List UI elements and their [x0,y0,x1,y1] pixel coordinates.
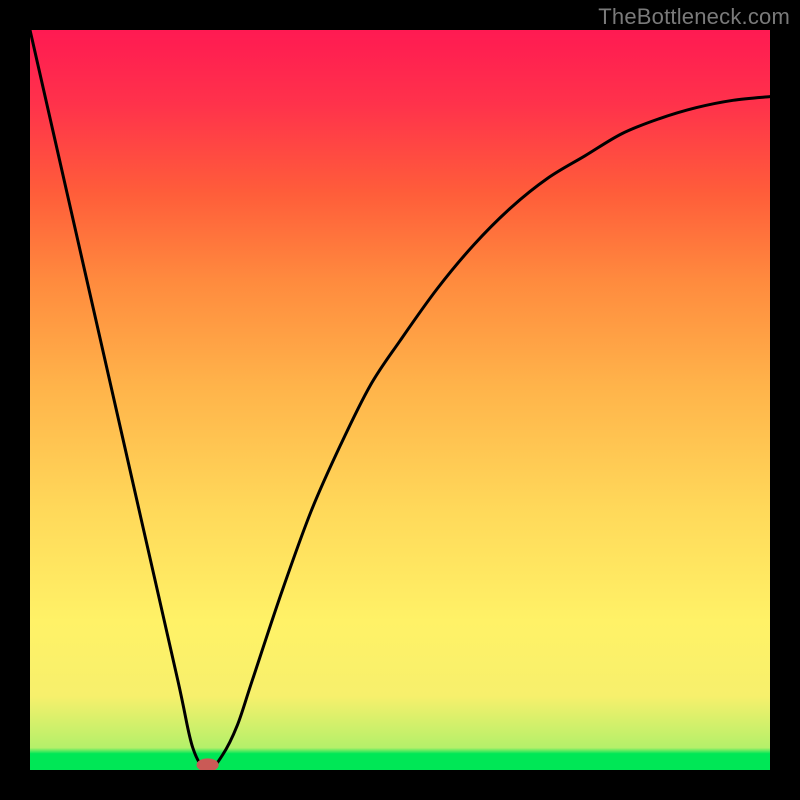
attribution-text: TheBottleneck.com [598,4,790,30]
chart-svg [30,30,770,770]
bottleneck-curve [30,30,770,770]
chart-frame: TheBottleneck.com [0,0,800,800]
optimal-point-marker [197,758,219,770]
plot-area [30,30,770,770]
